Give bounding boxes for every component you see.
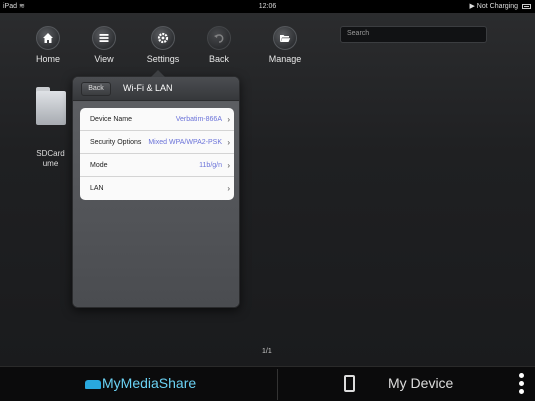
- mymediashare-label: MyMediaShare: [102, 375, 197, 391]
- popover-arrow: [151, 70, 165, 77]
- row-label: Mode: [90, 162, 108, 169]
- page-indicator: 1/1: [262, 348, 272, 355]
- popover-body: Device Name Verbatim-866A › Security Opt…: [73, 102, 239, 307]
- popover-back-button[interactable]: Back: [81, 82, 111, 96]
- charging-status: ▶ Not Charging: [469, 0, 531, 13]
- settings-list: Device Name Verbatim-866A › Security Opt…: [80, 108, 234, 200]
- chevron-right-icon: ›: [227, 115, 230, 124]
- device-name-row[interactable]: Device Name Verbatim-866A ›: [80, 108, 234, 131]
- security-options-row[interactable]: Security Options Mixed WPA/WPA2-PSK ›: [80, 131, 234, 154]
- home-label: Home: [35, 54, 60, 64]
- manage-label: Manage: [268, 54, 302, 64]
- more-menu-icon[interactable]: [519, 373, 525, 397]
- undo-icon: [207, 26, 231, 50]
- view-button[interactable]: View: [79, 26, 129, 64]
- row-label: Security Options: [90, 139, 142, 146]
- row-value: Mixed WPA/WPA2-PSK: [148, 139, 222, 146]
- home-button[interactable]: Home: [23, 26, 73, 64]
- mymediashare-tab[interactable]: MyMediaShare: [85, 375, 196, 391]
- search-input[interactable]: Search: [340, 26, 487, 43]
- play-icon: ▶: [469, 3, 477, 10]
- popover-title: Wi-Fi & LAN: [123, 83, 173, 93]
- lan-row[interactable]: LAN ›: [80, 177, 234, 200]
- row-label: Device Name: [90, 116, 133, 123]
- view-label: View: [94, 54, 114, 64]
- folder-label: SDCard ume: [36, 149, 65, 168]
- main-area: Home View Settings Back Manage Search SD…: [0, 13, 535, 366]
- list-icon: [92, 26, 116, 50]
- cloud-icon: [85, 379, 101, 389]
- home-icon: [36, 26, 60, 50]
- tablet-icon[interactable]: [344, 375, 355, 392]
- settings-button[interactable]: Settings: [138, 26, 188, 64]
- status-bar: iPad ≋ 12:06 ▶ Not Charging: [0, 0, 535, 13]
- my-device-label[interactable]: My Device: [388, 375, 453, 391]
- popover-header: Back Wi-Fi & LAN: [73, 77, 239, 101]
- back-button[interactable]: Back: [194, 26, 244, 64]
- mode-row[interactable]: Mode 11b/g/n ›: [80, 154, 234, 177]
- manage-button[interactable]: Manage: [260, 26, 310, 64]
- chevron-right-icon: ›: [227, 184, 230, 193]
- gear-icon: [151, 26, 175, 50]
- row-value: Verbatim-866A: [175, 116, 222, 123]
- settings-label: Settings: [146, 54, 180, 64]
- folder-icon[interactable]: [36, 87, 66, 127]
- battery-icon: [522, 3, 531, 9]
- row-value: 11b/g/n: [199, 162, 222, 169]
- status-time: 12:06: [258, 3, 277, 10]
- folder-open-icon: [273, 26, 297, 50]
- wifi-lan-popover: Back Wi-Fi & LAN Device Name Verbatim-86…: [72, 70, 240, 308]
- chevron-right-icon: ›: [227, 161, 230, 170]
- row-label: LAN: [90, 185, 104, 192]
- bottom-bar: MyMediaShare My Device: [0, 366, 535, 401]
- back-label: Back: [208, 54, 229, 64]
- chevron-right-icon: ›: [227, 138, 230, 147]
- tab-divider: [277, 369, 278, 400]
